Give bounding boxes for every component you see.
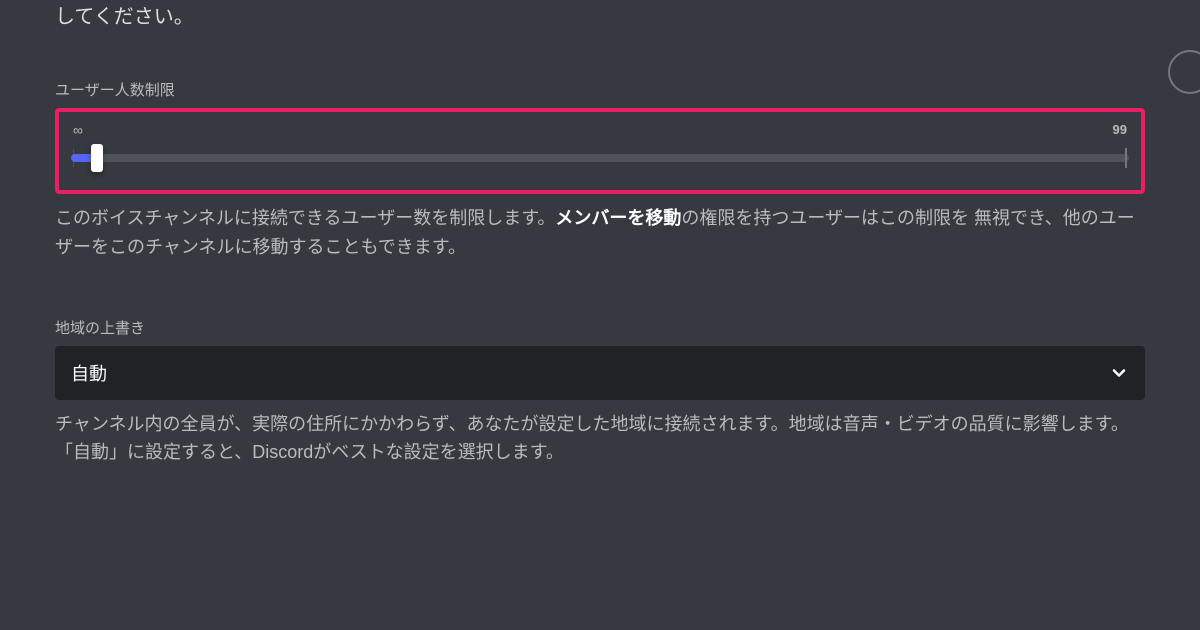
region-description: チャンネル内の全員が、実際の住所にかかわらず、あなたが設定した地域に接続されます… [55, 410, 1145, 468]
truncated-header-text: してください。 [55, 0, 1145, 29]
user-limit-highlight-box: ∞ 99 [55, 108, 1145, 194]
region-override-section: 地域の上書き 自動 チャンネル内の全員が、実際の住所にかかわらず、あなたが設定し… [55, 317, 1145, 468]
desc-part1: このボイスチャンネルに接続できるユーザー数を制限します。 [55, 208, 555, 228]
region-selected-value: 自動 [71, 360, 107, 386]
chevron-down-icon [1109, 363, 1129, 383]
region-dropdown[interactable]: 自動 [55, 346, 1145, 400]
slider-labels: ∞ 99 [71, 122, 1129, 138]
user-limit-description: このボイスチャンネルに接続できるユーザー数を制限します。メンバーを移動の権限を持… [55, 204, 1145, 262]
region-override-label: 地域の上書き [55, 317, 1145, 338]
slider-max-label: 99 [1113, 122, 1127, 138]
slider-min-label: ∞ [73, 122, 83, 138]
user-limit-label: ユーザー人数制限 [55, 79, 1145, 100]
slider-track [71, 154, 1129, 162]
desc-bold: メンバーを移動 [555, 208, 681, 228]
slider-thumb[interactable] [91, 144, 103, 172]
slider-tick-end [1125, 148, 1127, 168]
user-limit-slider[interactable] [71, 144, 1129, 172]
